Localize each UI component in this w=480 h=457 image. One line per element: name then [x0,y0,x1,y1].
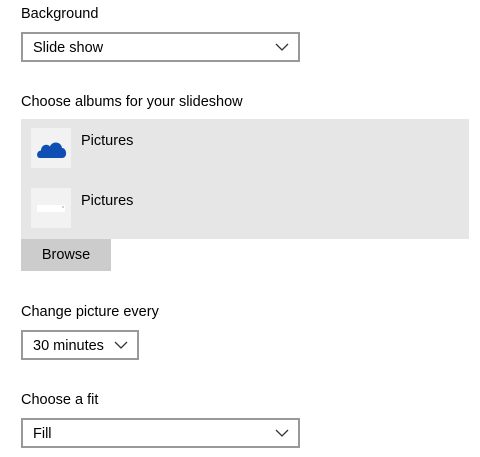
album-item-onedrive-pictures[interactable]: Pictures [21,119,469,179]
background-dropdown-value: Slide show [33,40,104,56]
chevron-down-icon [275,43,289,51]
fit-label: Choose a fit [21,392,99,408]
album-name: Pictures [81,133,134,149]
interval-dropdown-value: 30 minutes [33,338,104,354]
interval-label: Change picture every [21,304,159,320]
album-item-local-pictures[interactable]: Pictures [21,179,469,239]
browse-button[interactable]: Browse [21,239,111,271]
background-dropdown[interactable]: Slide show [21,32,300,62]
albums-label: Choose albums for your slideshow [21,94,243,110]
onedrive-cloud-icon [31,128,71,168]
interval-dropdown[interactable]: 30 minutes [21,330,139,360]
background-label: Background [21,6,99,22]
chevron-down-icon [275,429,289,437]
chevron-down-icon [114,341,128,349]
fit-dropdown-value: Fill [33,426,52,442]
fit-dropdown[interactable]: Fill [21,418,300,448]
folder-thumbnail-icon [31,188,71,228]
album-name: Pictures [81,193,134,209]
album-list: Pictures Pictures [21,119,469,239]
